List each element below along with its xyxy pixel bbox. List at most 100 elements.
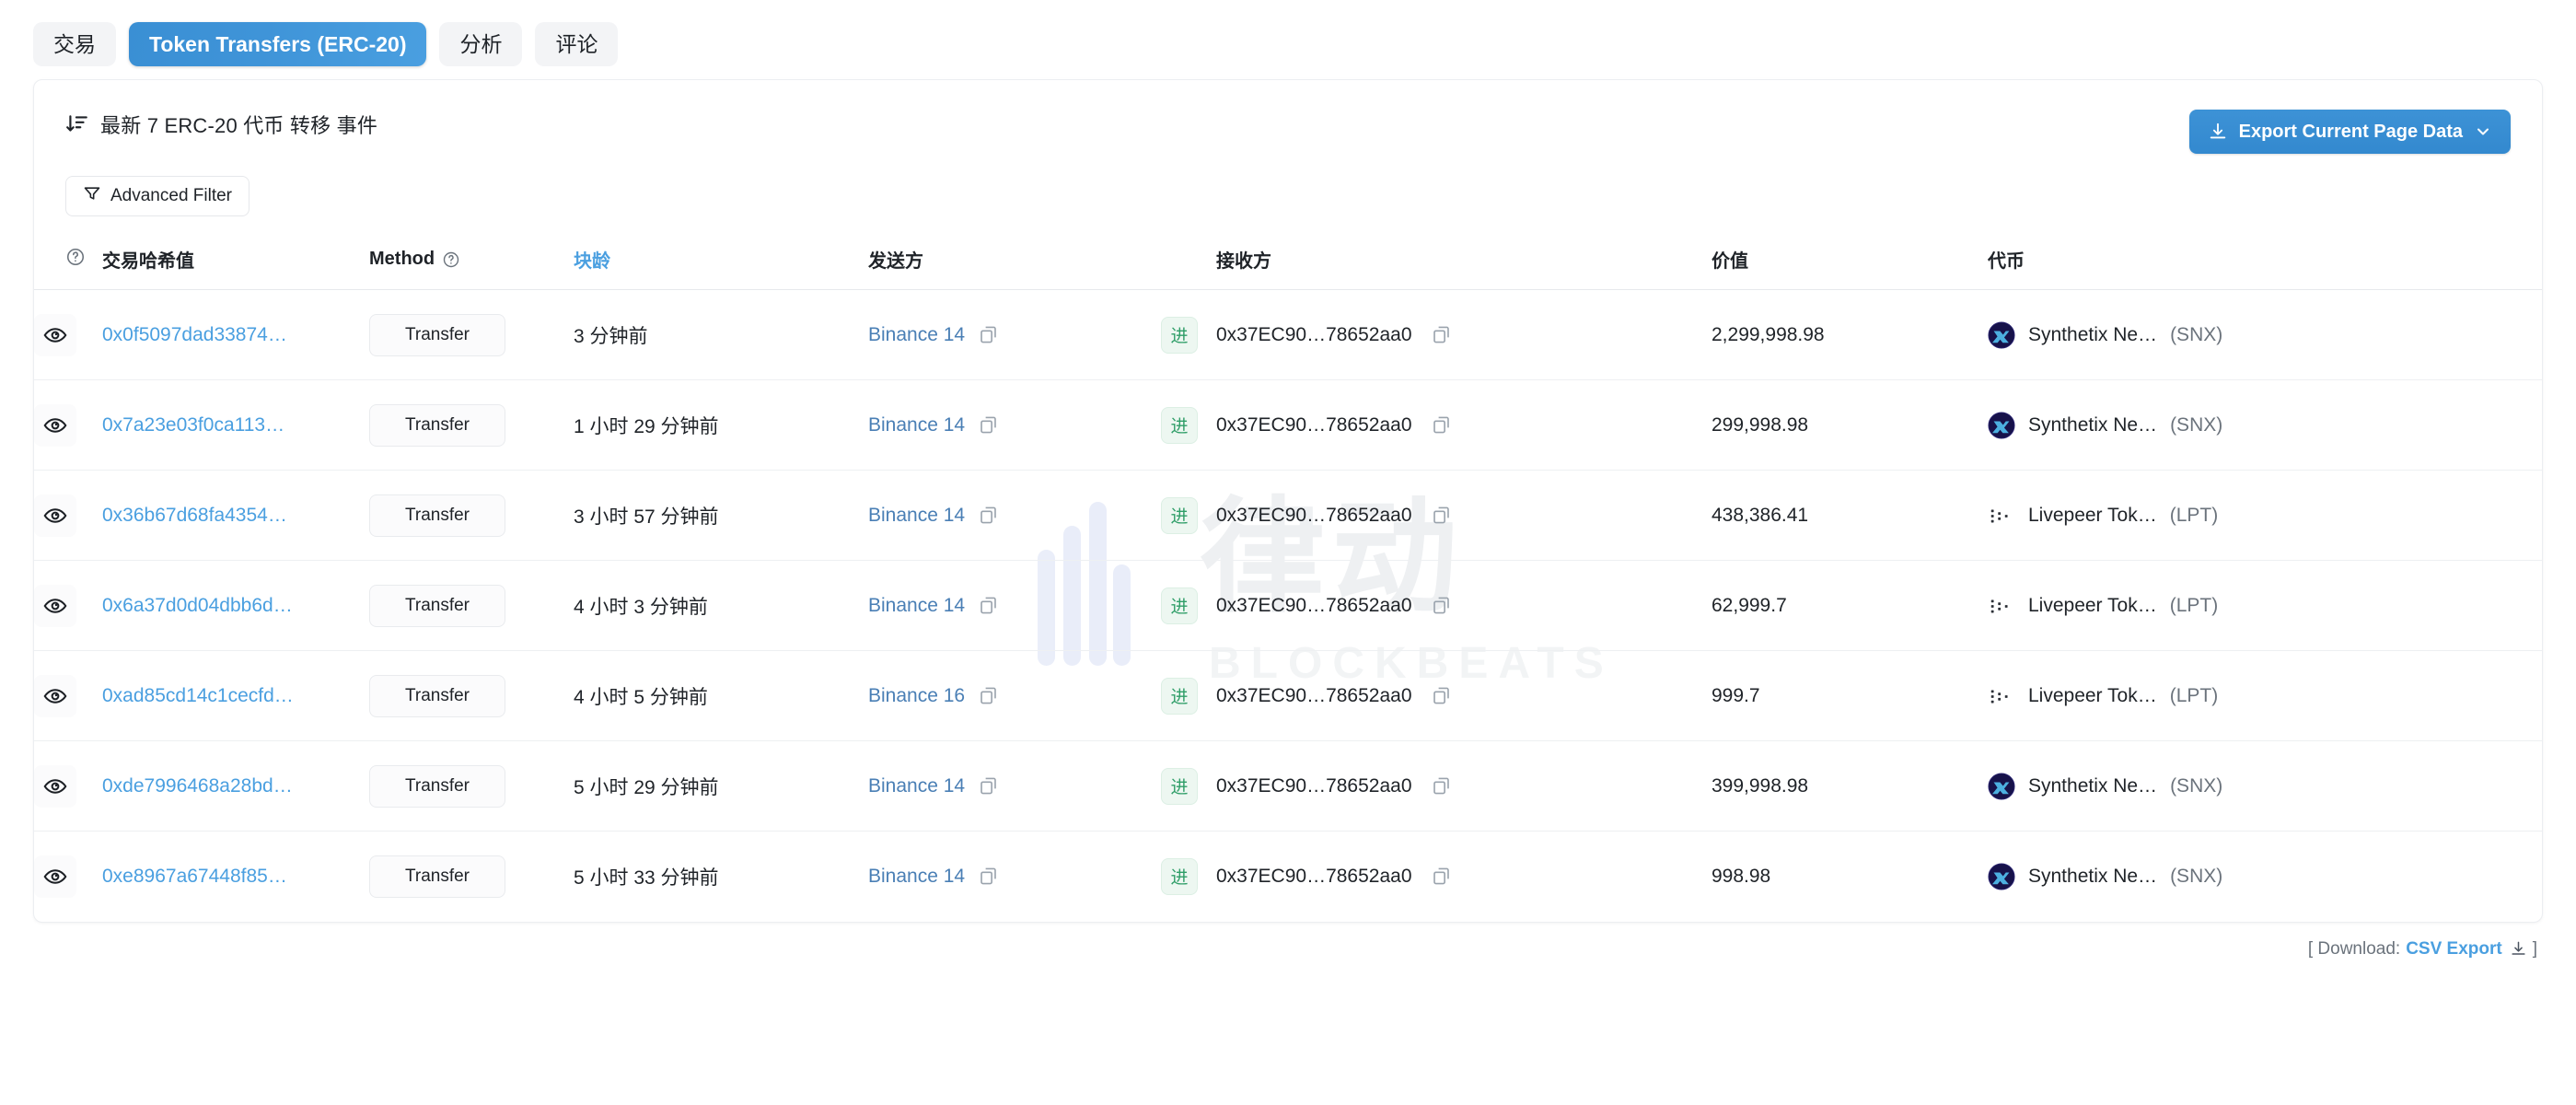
csv-export-link[interactable]: CSV Export [2406, 939, 2502, 960]
txn-hash-link[interactable]: 0xde7996468a28bd… [102, 775, 293, 797]
from-address-link[interactable]: Binance 14 [868, 595, 965, 617]
token-name[interactable]: Livepeer Tok… [2028, 685, 2157, 707]
filter-icon [83, 184, 101, 208]
method-badge[interactable]: Transfer [369, 855, 505, 898]
direction-in-badge: 进 [1161, 587, 1198, 624]
question-circle-icon[interactable] [442, 250, 460, 269]
to-address-text: 0x37EC90…78652aa0 [1216, 324, 1412, 346]
method-badge[interactable]: Transfer [369, 585, 505, 627]
copy-icon[interactable] [1431, 324, 1452, 345]
download-prefix: [ Download: [2308, 939, 2400, 960]
token-name[interactable]: Livepeer Tok… [2028, 505, 2157, 527]
advanced-filter-button[interactable]: Advanced Filter [65, 176, 249, 216]
snx-icon [1988, 863, 2015, 890]
txn-hash-link[interactable]: 0x7a23e03f0ca113… [102, 414, 284, 436]
transfers-table-wrapper: 交易哈希值 Method [34, 237, 2542, 922]
eye-icon[interactable] [34, 494, 76, 537]
copy-icon[interactable] [1431, 505, 1452, 526]
advanced-filter-label: Advanced Filter [110, 186, 232, 206]
table-row: 0x7a23e03f0ca113… Transfer 1 小时 29 分钟前 Bina… [34, 380, 2542, 471]
txn-hash-link[interactable]: 0x6a37d0d04dbb6d… [102, 595, 293, 616]
txn-hash-link[interactable]: 0xad85cd14c1cecfd… [102, 685, 294, 706]
copy-icon[interactable] [978, 595, 999, 616]
row-token-cell: Synthetix Ne…(SNX) [1988, 832, 2542, 922]
to-address-text: 0x37EC90…78652aa0 [1216, 414, 1412, 436]
row-from-cell: Binance 14 [868, 380, 1161, 471]
download-icon[interactable] [2510, 940, 2527, 958]
row-method-cell: Transfer [369, 290, 574, 380]
row-from-cell: Binance 14 [868, 290, 1161, 380]
row-method-cell: Transfer [369, 380, 574, 471]
copy-icon[interactable] [978, 505, 999, 526]
eye-icon[interactable] [34, 855, 76, 898]
copy-icon[interactable] [978, 866, 999, 887]
row-method-cell: Transfer [369, 741, 574, 832]
eye-icon[interactable] [34, 675, 76, 717]
row-from-cell: Binance 16 [868, 651, 1161, 741]
eye-icon[interactable] [34, 314, 76, 356]
copy-icon[interactable] [978, 775, 999, 797]
row-token-cell: Livepeer Tok… (LPT) [1988, 561, 2542, 651]
row-hash-cell: 0x0f5097dad33874… [102, 290, 369, 380]
direction-in-badge: 进 [1161, 858, 1198, 895]
tab-comments[interactable]: 评论 [535, 22, 618, 66]
method-badge[interactable]: Transfer [369, 494, 505, 537]
row-preview-cell [34, 290, 102, 380]
method-badge[interactable]: Transfer [369, 675, 505, 717]
page-root: 交易 Token Transfers (ERC-20) 分析 评论 律动 BLO… [0, 0, 2576, 1105]
copy-icon[interactable] [1431, 595, 1452, 616]
copy-icon[interactable] [978, 324, 999, 345]
copy-icon[interactable] [978, 414, 999, 436]
token-name[interactable]: Synthetix Ne… [2028, 324, 2157, 346]
token-symbol: (SNX) [2170, 324, 2222, 346]
from-address-link[interactable]: Binance 14 [868, 505, 965, 527]
eye-icon[interactable] [34, 765, 76, 808]
tab-transactions[interactable]: 交易 [33, 22, 116, 66]
token-name[interactable]: Livepeer Tok… [2028, 595, 2157, 617]
row-from-cell: Binance 14 [868, 561, 1161, 651]
from-address-link[interactable]: Binance 14 [868, 414, 965, 436]
copy-icon[interactable] [1431, 775, 1452, 797]
tab-token-transfers[interactable]: Token Transfers (ERC-20) [129, 22, 426, 66]
row-token-cell: Synthetix Ne…(SNX) [1988, 741, 2542, 832]
th-from-label: 发送方 [868, 246, 923, 273]
eye-icon[interactable] [34, 404, 76, 447]
th-txn-hash: 交易哈希值 [102, 237, 369, 290]
eye-icon[interactable] [34, 585, 76, 627]
row-value-cell: 998.98 [1712, 832, 1988, 922]
method-badge[interactable]: Transfer [369, 314, 505, 356]
token-name[interactable]: Synthetix Ne… [2028, 414, 2157, 436]
age-text: 3 小时 57 分钟前 [574, 506, 719, 528]
row-to-cell: 进0x37EC90…78652aa0 [1161, 651, 1712, 741]
method-badge[interactable]: Transfer [369, 765, 505, 808]
from-address-link[interactable]: Binance 14 [868, 866, 965, 888]
export-current-page-data-button[interactable]: Export Current Page Data [2189, 110, 2511, 154]
table-body: 0x0f5097dad33874…Transfer3 分钟前Binance 14… [34, 290, 2542, 922]
method-badge[interactable]: Transfer [369, 404, 505, 447]
from-address-link[interactable]: Binance 14 [868, 775, 965, 797]
txn-hash-link[interactable]: 0x0f5097dad33874… [102, 324, 287, 345]
question-circle-icon[interactable] [65, 247, 86, 267]
direction-in-badge: 进 [1161, 768, 1198, 805]
tab-analytics[interactable]: 分析 [439, 22, 522, 66]
copy-icon[interactable] [1431, 414, 1452, 436]
token-symbol: (LPT) [2170, 595, 2219, 617]
txn-hash-link[interactable]: 0xe8967a67448f85… [102, 866, 287, 887]
table-row: 0xad85cd14c1cecfd… Transfer 4 小时 5 分钟前 Bina… [34, 651, 2542, 741]
from-address-link[interactable]: Binance 14 [868, 324, 965, 346]
row-age-cell: 1 小时 29 分钟前 [574, 380, 868, 471]
age-text: 1 小时 29 分钟前 [574, 416, 719, 437]
copy-icon[interactable] [1431, 685, 1452, 706]
copy-icon[interactable] [1431, 866, 1452, 887]
copy-icon[interactable] [978, 685, 999, 706]
direction-in-badge: 进 [1161, 678, 1198, 715]
token-name[interactable]: Synthetix Ne… [2028, 866, 2157, 888]
age-text: 4 小时 5 分钟前 [574, 687, 708, 708]
value-text: 399,998.98 [1712, 775, 1808, 797]
token-name[interactable]: Synthetix Ne… [2028, 775, 2157, 797]
th-age[interactable]: 块龄 [574, 237, 868, 290]
token-symbol: (SNX) [2170, 414, 2222, 436]
from-address-link[interactable]: Binance 16 [868, 685, 965, 707]
txn-hash-link[interactable]: 0x36b67d68fa4354… [102, 505, 287, 526]
card-header: 最新 7 ERC-20 代币 转移 事件 Export Current Page… [34, 80, 2542, 216]
